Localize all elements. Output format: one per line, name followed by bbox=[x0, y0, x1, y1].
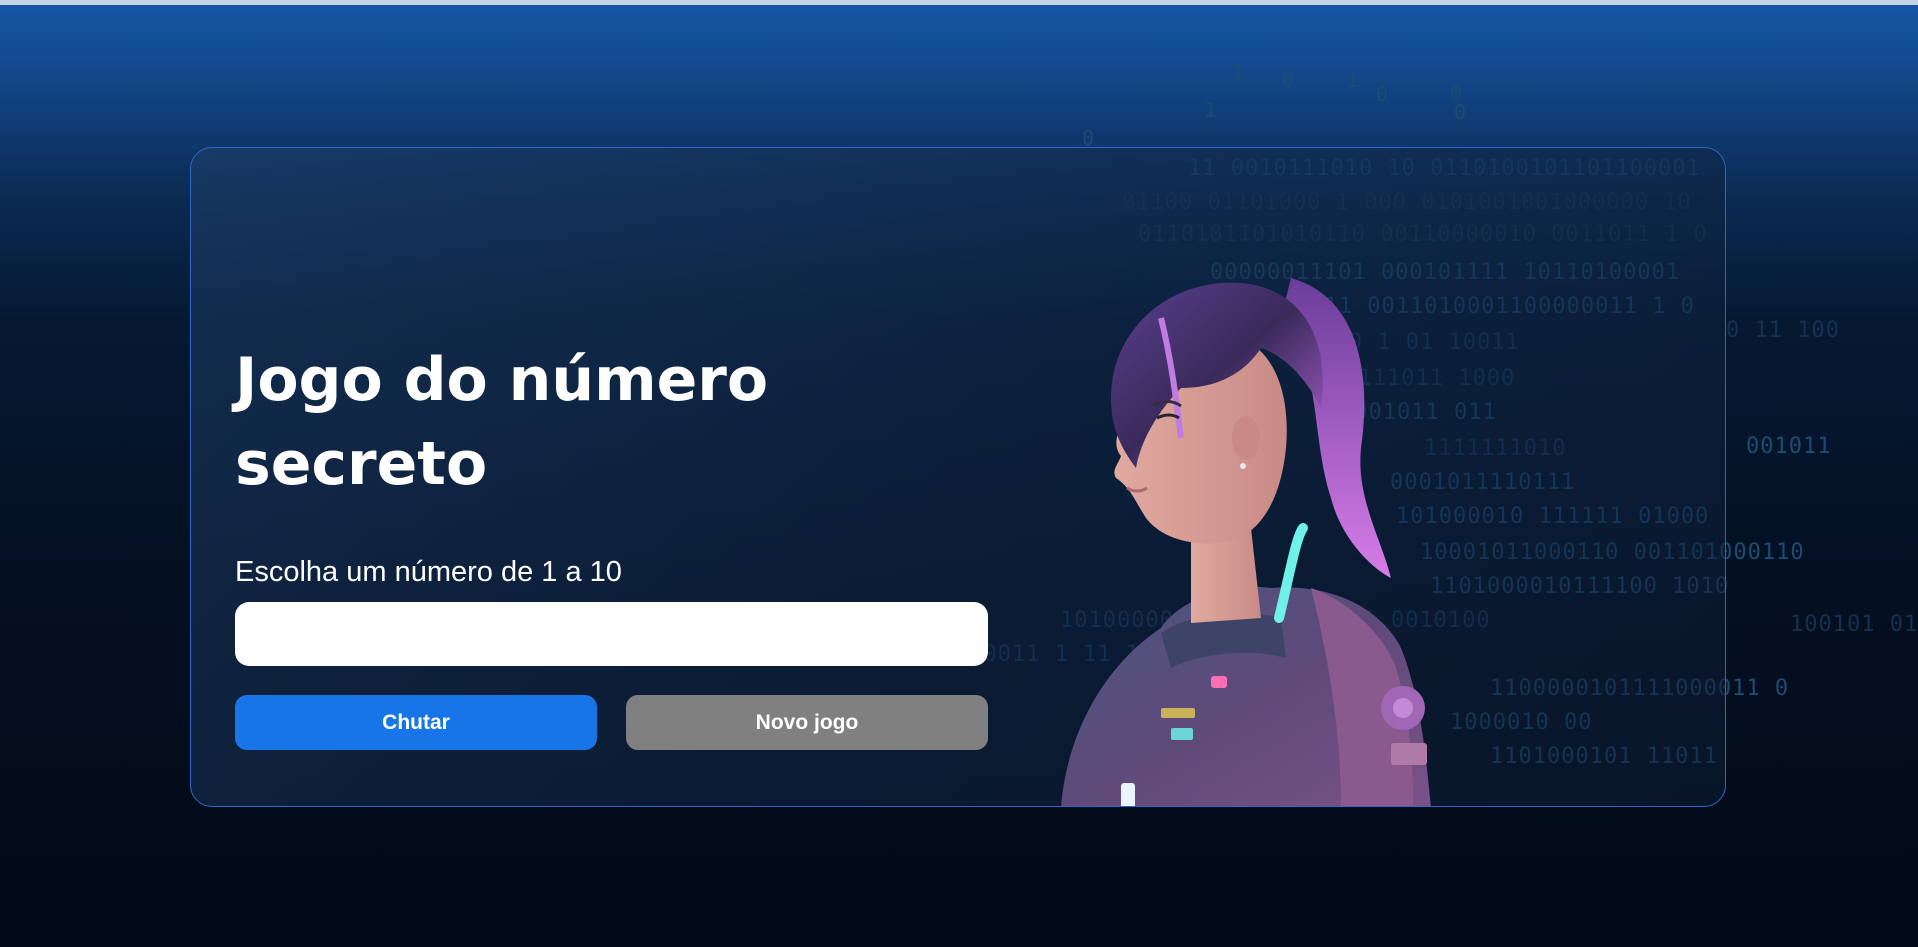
game-form: Jogo do número secreto Escolha um número… bbox=[235, 338, 989, 750]
binary-digit: 0 bbox=[1454, 100, 1468, 124]
binary-digit: 1 bbox=[1232, 60, 1246, 84]
guess-button[interactable]: Chutar bbox=[235, 695, 597, 750]
binary-row: 001011 bbox=[1746, 434, 1832, 459]
binary-digit: 0 bbox=[1282, 68, 1296, 92]
binary-digit: 0 bbox=[1376, 82, 1390, 106]
game-card: Jogo do número secreto Escolha um número… bbox=[190, 147, 1726, 807]
binary-row: 100101 010 01100 bbox=[1790, 612, 1918, 637]
guess-input[interactable] bbox=[235, 602, 988, 666]
binary-row: 0 11 100 bbox=[1726, 318, 1840, 343]
instruction-label: Escolha um número de 1 a 10 bbox=[235, 556, 622, 588]
binary-digit: 1 bbox=[1204, 98, 1218, 122]
binary-digit: 0 bbox=[1450, 80, 1464, 104]
binary-digit: 1 bbox=[1346, 68, 1360, 92]
astronaut-illustration bbox=[1061, 278, 1431, 806]
page-title: Jogo do número secreto bbox=[235, 345, 769, 499]
button-row: Chutar Novo jogo bbox=[235, 695, 988, 750]
browser-top-strip bbox=[0, 0, 1918, 5]
new-game-button: Novo jogo bbox=[626, 695, 988, 750]
